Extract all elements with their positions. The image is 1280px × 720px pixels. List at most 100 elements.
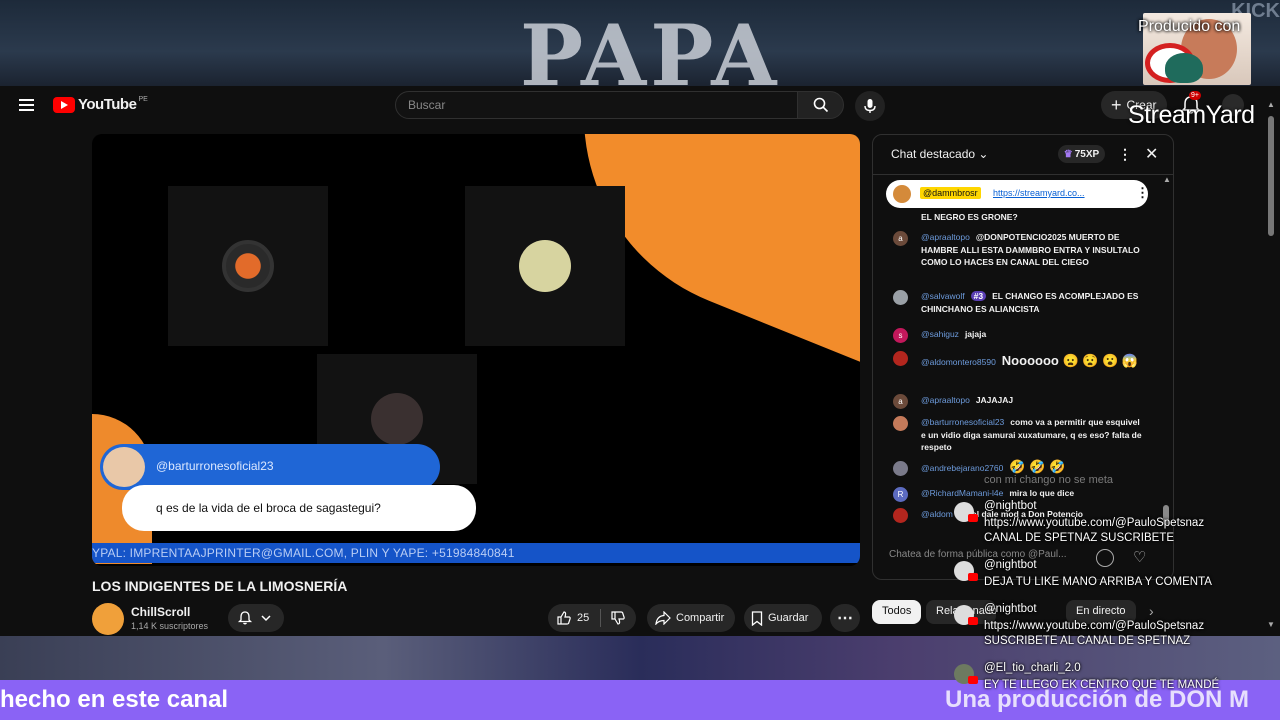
pinned-message[interactable]: @dammbrosr https://streamyard.co... ⋮	[886, 180, 1149, 208]
chat-author-avatar: a	[893, 231, 908, 246]
plus-icon: +	[1111, 95, 1122, 115]
chat-author-avatar: R	[893, 487, 908, 502]
thumbs-down-icon[interactable]	[610, 610, 626, 626]
like-count: 25	[577, 612, 590, 624]
youtube-logo[interactable]: YouTube PE	[53, 96, 148, 113]
youtube-wordmark: YouTube	[78, 96, 137, 113]
live-chat-panel: Chat destacado ⌄ ♛ 75XP ⋮ ✕ @dammbrosr ht…	[872, 134, 1174, 580]
comment-author-banner: @barturronesoficial23	[100, 444, 440, 490]
chat-author[interactable]: @apraaltopo	[921, 232, 970, 242]
participant-avatar	[519, 240, 571, 292]
crown-icon: ♛	[1063, 148, 1073, 160]
chevron-right-icon[interactable]: ›	[1149, 603, 1154, 619]
overlay-author: @El_tio_charli_2.0	[984, 662, 1081, 674]
emoji-icon[interactable]	[1096, 549, 1114, 567]
country-code: PE	[138, 96, 148, 103]
overlay-author: @nightbot	[984, 559, 1037, 571]
chat-author[interactable]: @aldomontero8590	[921, 357, 996, 367]
news-ticker: YPAL: IMPRENTAAJPRINTER@GMAIL.COM, PLIN …	[92, 543, 860, 563]
chat-header: Chat destacado ⌄ ♛ 75XP ⋮ ✕	[873, 135, 1173, 175]
produced-with-label: Producido con	[1138, 18, 1241, 35]
overlay-text: EY TE LLEGO EK CENTRO QUE TE MANDÉ	[984, 679, 1220, 691]
overlay-text: https://www.youtube.com/@PauloSpetsnaz S…	[984, 620, 1205, 647]
search-input[interactable]: Buscar	[395, 91, 798, 119]
scroll-thumb[interactable]	[1268, 116, 1274, 236]
chat-author[interactable]: @sahiguz	[921, 329, 959, 339]
chat-mode-dropdown[interactable]: Chat destacado ⌄	[891, 147, 988, 161]
youtube-icon	[968, 617, 978, 625]
like-divider	[600, 609, 602, 627]
bell-icon	[237, 611, 253, 625]
thumbs-up-icon[interactable]	[556, 610, 572, 626]
youtube-icon	[968, 514, 978, 522]
comment-message-banner: q es de la vida de el broca de sagastegu…	[122, 485, 476, 531]
notification-count-badge: 9+	[1189, 91, 1201, 100]
search-button[interactable]	[797, 91, 844, 119]
comment-author-avatar	[103, 447, 145, 487]
hamburger-menu-icon[interactable]	[19, 99, 34, 111]
chip-all[interactable]: Todos	[872, 600, 922, 624]
participant-tile	[168, 186, 328, 346]
streamyard-watermark: StreamYard	[1128, 101, 1255, 129]
chat-author-avatar	[893, 461, 908, 476]
pinned-author-tag: @dammbrosr	[920, 187, 981, 199]
youtube-header: YouTube PE Buscar + Crear 9+	[0, 86, 1280, 126]
chevron-down-icon	[261, 615, 271, 622]
participant-tile	[465, 186, 625, 346]
save-button[interactable]: Guardar	[744, 604, 822, 632]
chat-scroll-up-icon[interactable]: ▲	[1163, 175, 1171, 184]
duck-mascot-icon	[1165, 53, 1203, 83]
stream-top-banner: PAPA KICK	[0, 0, 1280, 86]
share-icon	[655, 611, 671, 625]
pinned-link[interactable]: https://streamyard.co...	[993, 188, 1085, 198]
lower-third-text: hecho en este canal	[0, 686, 229, 713]
youtube-icon	[968, 573, 978, 581]
chevron-down-icon: ⌄	[978, 147, 989, 161]
youtube-play-icon	[53, 96, 75, 113]
channel-name[interactable]: ChillScroll	[131, 605, 190, 619]
share-button[interactable]: Compartir	[647, 604, 735, 632]
channel-avatar[interactable]	[92, 603, 124, 635]
chat-options-icon[interactable]: ⋮	[1118, 146, 1132, 163]
video-player[interactable]: @barturronesoficial23 q es de la vida de…	[92, 134, 860, 566]
pinned-options-icon[interactable]: ⋮	[1136, 185, 1149, 201]
xp-badge[interactable]: ♛ 75XP	[1058, 145, 1105, 163]
chat-author-avatar	[893, 416, 908, 431]
overlay-author: @nightbot	[984, 603, 1037, 615]
search-icon	[813, 97, 828, 113]
subscriber-count: 1,14 K suscriptores	[131, 621, 209, 631]
pinned-author-avatar	[893, 185, 911, 203]
youtube-icon	[968, 676, 978, 684]
chat-author[interactable]: @aldom	[921, 509, 953, 519]
chat-author-avatar	[893, 351, 908, 366]
subscription-bell-button[interactable]	[228, 604, 284, 632]
screen: PAPA KICK Producido con YouTube PE Busca…	[0, 0, 1280, 720]
overlay-ghost-text: con mi chango no se meta	[984, 474, 1114, 486]
save-label: Guardar	[768, 612, 809, 624]
participant-avatar	[222, 240, 274, 292]
chat-author[interactable]: @RichardMamani-l4e	[921, 488, 1003, 498]
heart-icon[interactable]: ♡	[1133, 548, 1146, 566]
chat-author[interactable]: @barturronesoficial23	[921, 417, 1004, 427]
overlay-text: https://www.youtube.com/@PauloSpetsnaz C…	[984, 517, 1205, 544]
comment-author-name: @barturronesoficial23	[156, 459, 274, 473]
more-icon: ⋯	[837, 610, 853, 627]
chat-author[interactable]: @apraaltopo	[921, 395, 970, 405]
page-scrollbar[interactable]: ▲ ▼	[1266, 100, 1276, 635]
chat-author-avatar: s	[893, 328, 908, 343]
chat-author-avatar: a	[893, 394, 908, 409]
banner-text: PAPA	[520, 6, 781, 86]
chat-author[interactable]: @andrebejarano2760	[921, 463, 1003, 473]
share-label: Compartir	[676, 612, 725, 624]
bookmark-icon	[751, 610, 763, 626]
overlay-author: @nightbot	[984, 500, 1037, 512]
close-icon[interactable]: ✕	[1145, 144, 1158, 164]
like-dislike-group: 25	[548, 604, 636, 632]
chat-author[interactable]: @salvawolf	[921, 291, 965, 301]
voice-search-button[interactable]	[855, 91, 885, 121]
scroll-down-icon[interactable]: ▼	[1267, 620, 1275, 629]
more-actions-button[interactable]: ⋯	[830, 604, 860, 632]
scroll-up-icon[interactable]: ▲	[1267, 100, 1275, 109]
member-badge: #3	[970, 291, 987, 301]
overlay-text: DEJA TU LIKE MANO ARRIBA Y COMENTA	[984, 576, 1212, 588]
